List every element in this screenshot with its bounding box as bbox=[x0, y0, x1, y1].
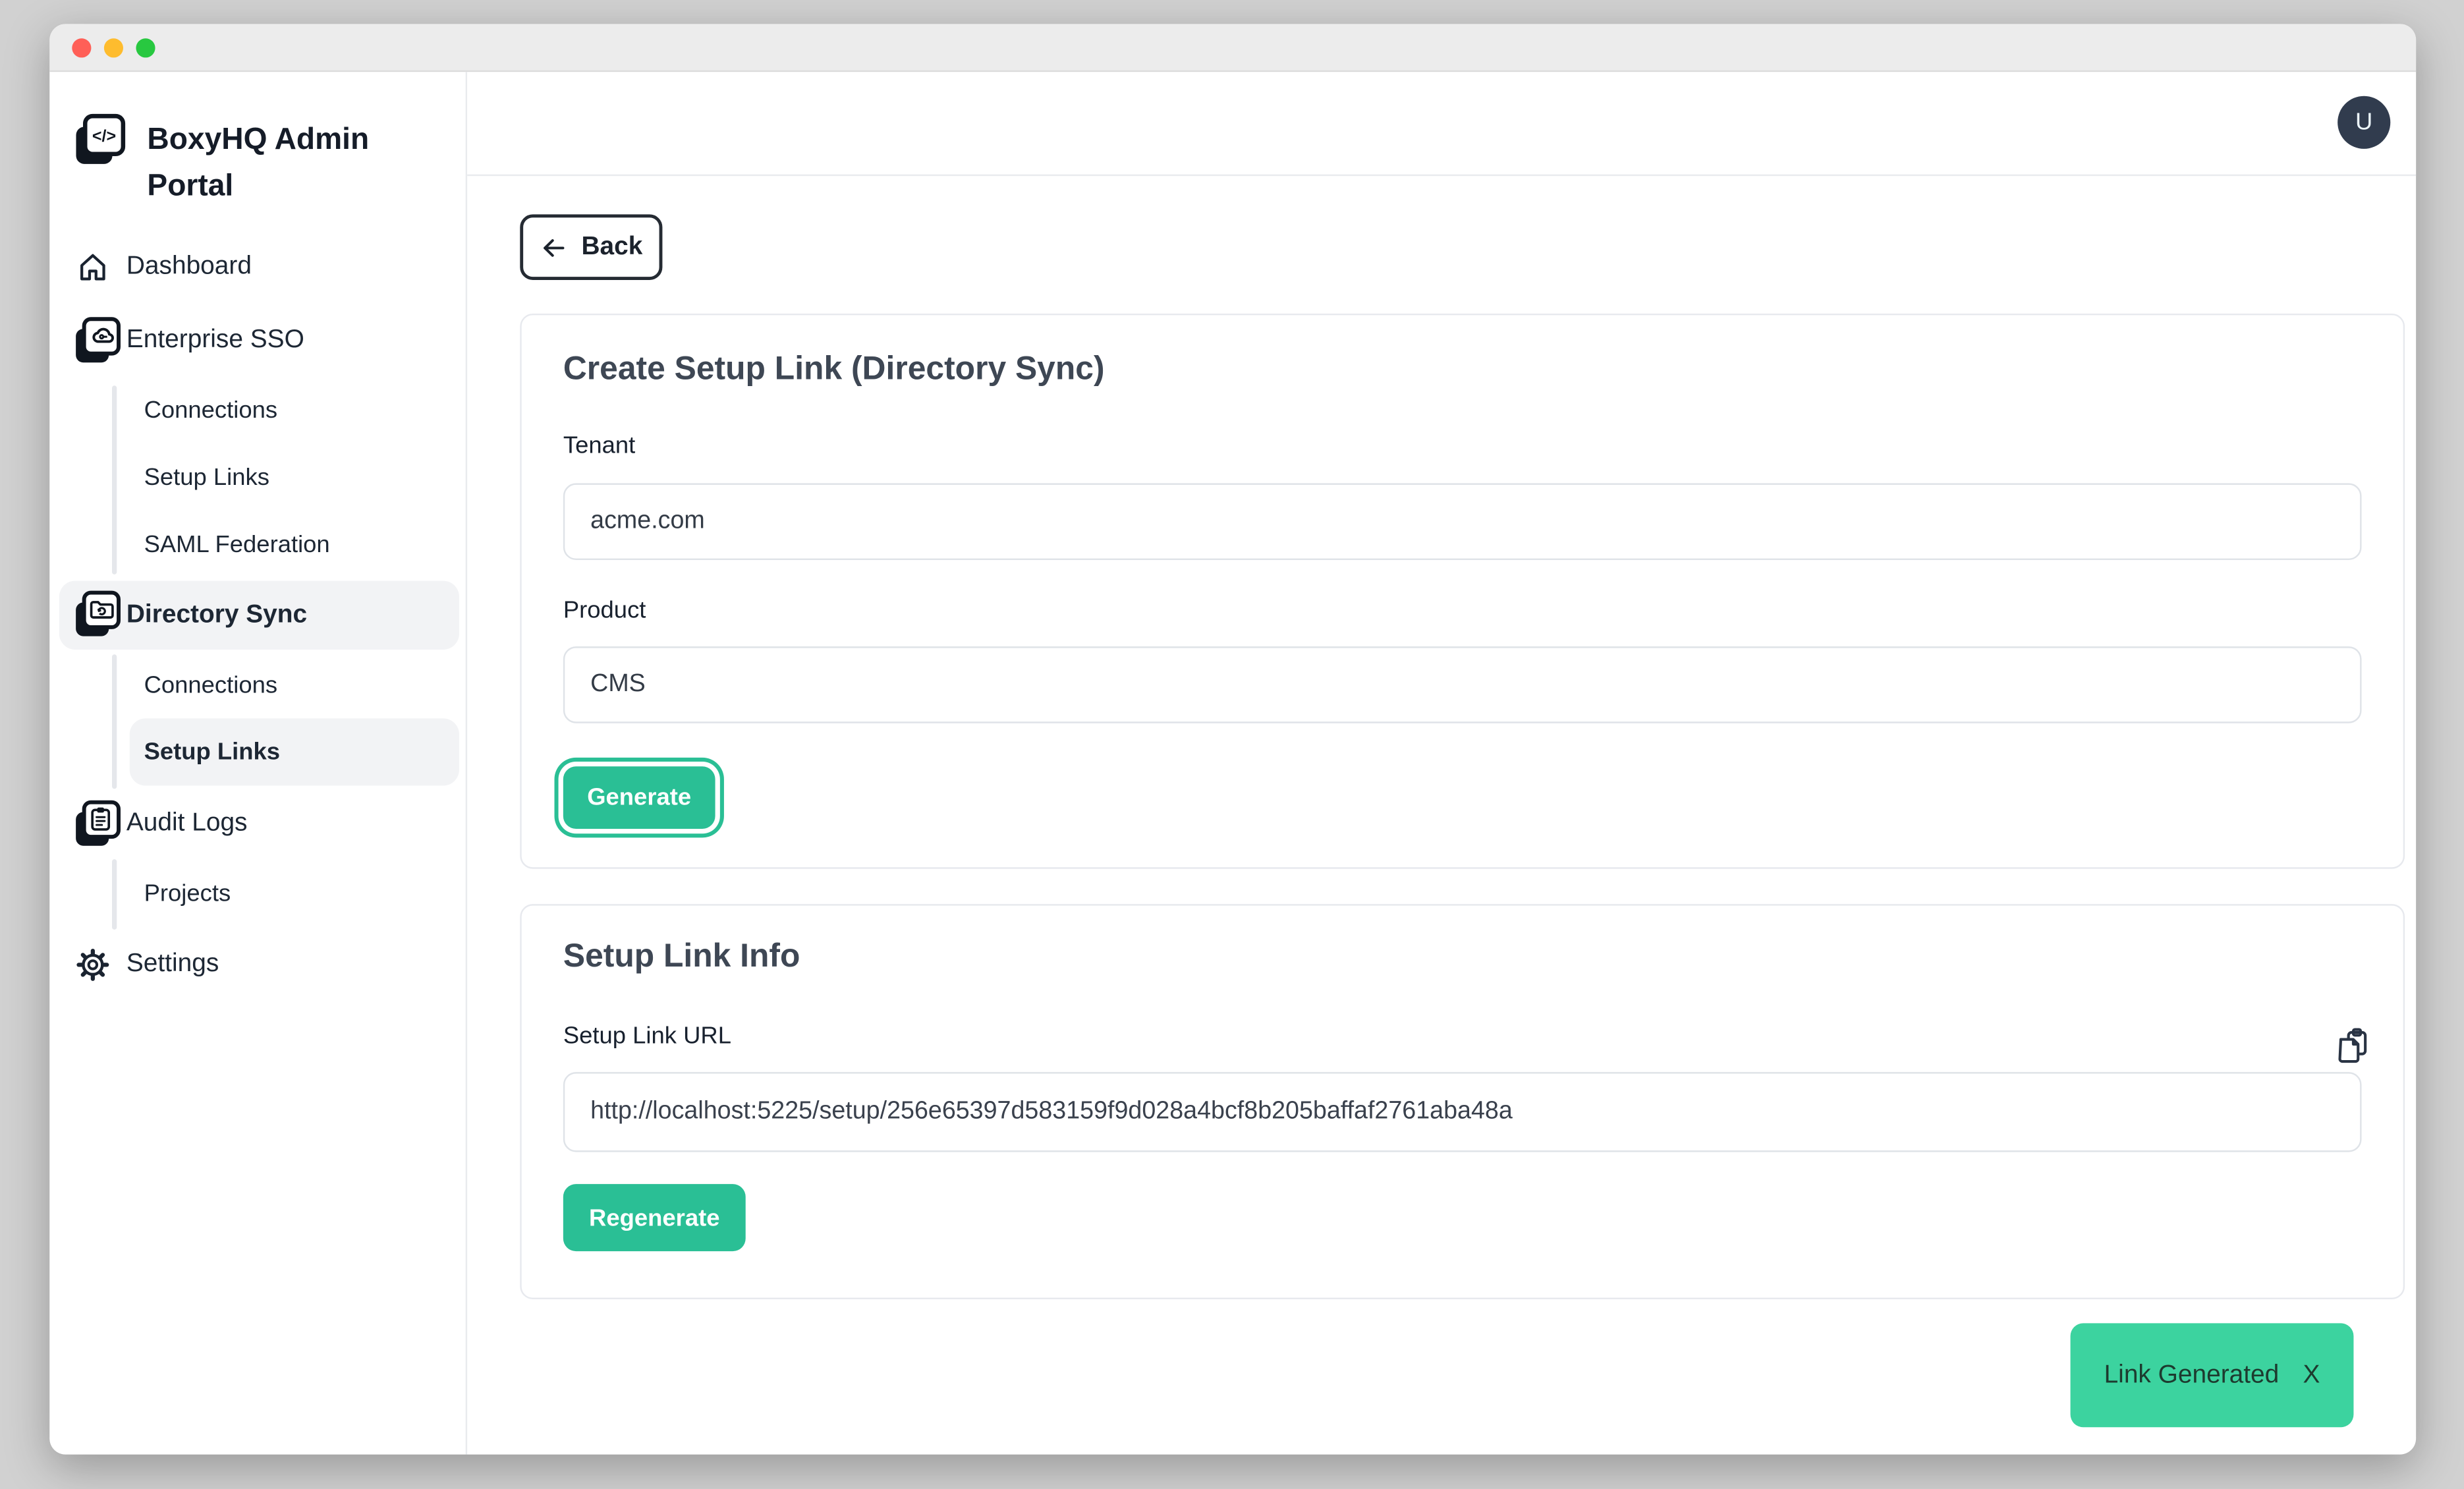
copy-button[interactable] bbox=[2334, 1027, 2372, 1065]
sidebar-subtree-line bbox=[112, 654, 116, 789]
sidebar-item-audit-projects[interactable]: Projects bbox=[144, 880, 231, 909]
folder-sync-keycap-icon bbox=[74, 590, 122, 646]
regenerate-button[interactable]: Regenerate bbox=[563, 1184, 746, 1251]
back-button[interactable]: Back bbox=[520, 214, 662, 280]
sidebar-item-label: Setup Links bbox=[144, 464, 269, 491]
sso-cloud-keycap-icon bbox=[74, 317, 122, 373]
avatar-initial: U bbox=[2355, 109, 2372, 136]
sidebar-item-label: Connections bbox=[144, 397, 278, 424]
sidebar-item-audit-logs[interactable]: Audit Logs bbox=[49, 795, 465, 853]
sidebar-item-label: Setup Links bbox=[144, 739, 280, 766]
user-avatar[interactable]: U bbox=[2338, 96, 2390, 149]
arrow-left-icon bbox=[540, 233, 569, 262]
sidebar-item-enterprise-sso[interactable]: Enterprise SSO bbox=[49, 312, 465, 370]
sidebar-item-label: Audit Logs bbox=[126, 810, 248, 839]
sidebar-item-settings[interactable]: Settings bbox=[49, 938, 465, 992]
sidebar-item-sso-connections[interactable]: Connections bbox=[144, 397, 278, 426]
copy-clipboard-icon bbox=[2334, 1046, 2372, 1070]
product-label: Product bbox=[563, 597, 646, 624]
tenant-label: Tenant bbox=[563, 432, 635, 459]
code-keycap-icon: </> bbox=[74, 113, 126, 210]
close-icon[interactable]: X bbox=[2303, 1361, 2320, 1390]
gear-icon bbox=[75, 947, 110, 991]
sidebar-item-label: Settings bbox=[126, 951, 219, 980]
sidebar-item-sso-setup-links[interactable]: Setup Links bbox=[144, 464, 269, 493]
generate-button[interactable]: Generate bbox=[563, 766, 715, 829]
app-logo[interactable]: </> BoxyHQ Admin Portal bbox=[74, 113, 387, 210]
home-icon bbox=[75, 250, 110, 293]
sidebar-subtree-line bbox=[112, 385, 116, 575]
window-minimize-button[interactable] bbox=[104, 38, 123, 57]
screen: </> BoxyHQ Admin Portal Dashboard bbox=[0, 0, 2464, 1489]
sidebar-item-dashboard[interactable]: Dashboard bbox=[49, 240, 465, 295]
toast-message: Link Generated bbox=[2104, 1361, 2280, 1390]
sidebar-subtree-line bbox=[112, 859, 116, 930]
toast-notification: Link Generated X bbox=[2071, 1323, 2354, 1427]
sidebar-item-directory-sync[interactable]: Directory Sync bbox=[59, 581, 459, 650]
sidebar-item-label: Projects bbox=[144, 880, 231, 907]
sidebar-item-dsync-setup-links[interactable]: Setup Links bbox=[130, 718, 459, 785]
app-title: BoxyHQ Admin Portal bbox=[147, 113, 387, 210]
sidebar-item-label: Dashboard bbox=[126, 253, 252, 282]
top-header: U bbox=[467, 72, 2416, 176]
tenant-input[interactable] bbox=[563, 483, 2362, 560]
window-titlebar bbox=[49, 24, 2416, 72]
sidebar-item-label: Enterprise SSO bbox=[126, 326, 304, 355]
sidebar-item-dsync-connections[interactable]: Connections bbox=[144, 672, 278, 701]
svg-text:</>: </> bbox=[92, 127, 116, 146]
window-zoom-button[interactable] bbox=[136, 38, 155, 57]
create-setup-link-card: Create Setup Link (Directory Sync) Tenan… bbox=[520, 314, 2405, 869]
app-window: </> BoxyHQ Admin Portal Dashboard bbox=[49, 24, 2416, 1454]
sidebar-item-label: Directory Sync bbox=[126, 601, 307, 630]
setup-link-url-label: Setup Link URL bbox=[563, 1023, 731, 1050]
card-title: Setup Link Info bbox=[563, 938, 800, 976]
setup-link-url-input[interactable] bbox=[563, 1072, 2362, 1152]
window-close-button[interactable] bbox=[72, 38, 91, 57]
sidebar-item-label: SAML Federation bbox=[144, 531, 330, 558]
card-title: Create Setup Link (Directory Sync) bbox=[563, 351, 1105, 389]
sidebar: </> BoxyHQ Admin Portal Dashboard bbox=[49, 72, 467, 1454]
product-input[interactable] bbox=[563, 646, 2362, 723]
clipboard-keycap-icon bbox=[74, 800, 122, 856]
back-button-label: Back bbox=[581, 233, 642, 262]
sidebar-item-label: Connections bbox=[144, 672, 278, 699]
sidebar-item-saml-federation[interactable]: SAML Federation bbox=[144, 531, 330, 560]
setup-link-info-card: Setup Link Info Setup Link URL Regenerat… bbox=[520, 904, 2405, 1299]
